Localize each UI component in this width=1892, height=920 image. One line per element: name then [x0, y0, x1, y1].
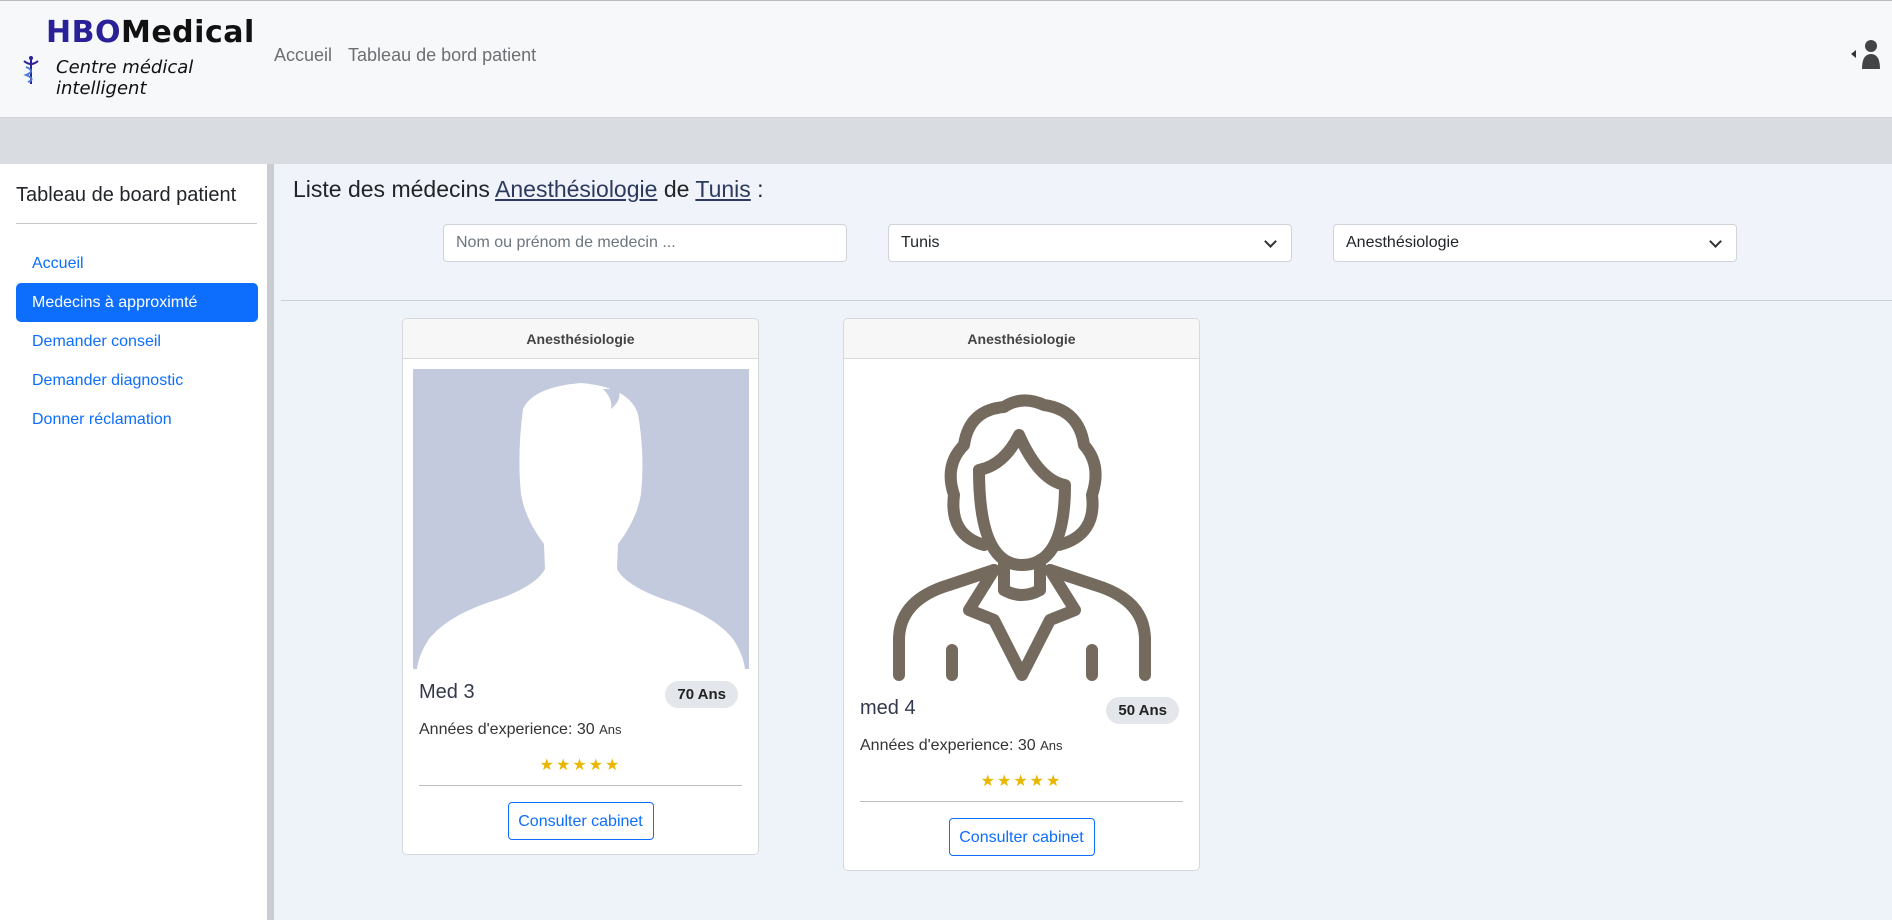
sidebar-item-demander-diagnostic[interactable]: Demander diagnostic — [16, 361, 258, 400]
sidebar-item-donner-reclamation[interactable]: Donner réclamation — [16, 400, 258, 439]
doctor-card: Anesthésiologie med 4 50 Ans Années d'ex… — [843, 318, 1200, 871]
title-suffix: : — [757, 176, 764, 202]
sidebar-title: Tableau de board patient — [16, 184, 237, 206]
sidebar-item-demander-conseil[interactable]: Demander conseil — [16, 322, 258, 361]
brand[interactable]: HBOMedical Centre médical intelligent — [20, 15, 260, 99]
city-select-value: Tunis — [901, 234, 940, 251]
nav-link-tableau-de-bord[interactable]: Tableau de bord patient — [348, 45, 536, 66]
female-doctor-icon — [892, 394, 1151, 681]
brand-title: HBOMedical — [46, 15, 255, 50]
brand-subtitle: Centre médical intelligent — [56, 57, 194, 99]
experience-label: Années d'experience: — [860, 737, 1014, 754]
age-badge: 70 Ans — [665, 681, 738, 708]
specialty-select[interactable]: Anesthésiologie — [1333, 224, 1737, 262]
card-specialty-header: Anesthésiologie — [844, 319, 1199, 359]
title-specialty-link[interactable]: Anesthésiologie — [495, 176, 657, 202]
title-city-link[interactable]: Tunis — [695, 176, 750, 202]
sidebar-divider — [16, 223, 257, 224]
caret-left-icon — [1851, 50, 1856, 58]
nav-links: Accueil Tableau de bord patient — [274, 45, 536, 66]
experience-label: Années d'experience: — [419, 721, 573, 738]
chevron-down-icon — [1709, 235, 1722, 248]
sidebar-item-accueil[interactable]: Accueil — [16, 244, 258, 283]
sidebar: Tableau de board patient Accueil Medecin… — [0, 164, 274, 920]
experience-unit: Ans — [1040, 738, 1063, 753]
subheader-bar — [0, 118, 1892, 164]
brand-title-hbo: HBO — [46, 15, 121, 50]
doctor-name: med 4 — [860, 697, 916, 719]
specialty-select-value: Anesthésiologie — [1346, 234, 1459, 251]
male-silhouette-icon — [412, 369, 749, 669]
brand-title-medical: Medical — [120, 15, 255, 50]
experience-value: 30 — [576, 721, 595, 738]
consulter-cabinet-button[interactable]: Consulter cabinet — [948, 818, 1095, 856]
search-panel: Liste des médecins Anesthésiologie de Tu… — [281, 164, 1892, 301]
doctor-name: Med 3 — [419, 681, 475, 703]
card-body: med 4 50 Ans Années d'experience: 30 Ans… — [844, 697, 1199, 801]
experience-line: Années d'experience: 30 Ans — [860, 737, 1183, 755]
rating-stars: ★★★★★ — [980, 773, 1063, 790]
caduceus-logo-icon — [23, 56, 39, 84]
card-body: Med 3 70 Ans Années d'experience: 30 Ans… — [403, 681, 758, 785]
age-badge: 50 Ans — [1106, 697, 1179, 724]
user-icon — [1862, 40, 1880, 69]
page-title: Liste des médecins Anesthésiologie de Tu… — [293, 176, 764, 203]
city-select[interactable]: Tunis — [888, 224, 1292, 262]
doctor-card: Anesthésiologie Med 3 70 Ans Années d'ex… — [402, 318, 759, 855]
experience-value: 30 — [1017, 737, 1036, 754]
sidebar-item-medecins-a-approximite[interactable]: Medecins à approximté — [16, 283, 258, 322]
sidebar-menu: Accueil Medecins à approximté Demander c… — [16, 244, 258, 439]
rating-stars: ★★★★★ — [539, 757, 622, 774]
top-navbar: HBOMedical Centre médical intelligent Ac… — [0, 0, 1892, 118]
chevron-down-icon — [1264, 235, 1277, 248]
user-menu[interactable] — [1851, 39, 1880, 69]
experience-unit: Ans — [599, 722, 622, 737]
title-mid: de — [663, 176, 690, 202]
title-prefix: Liste des médecins — [293, 176, 490, 202]
experience-line: Années d'experience: 30 Ans — [419, 721, 742, 739]
card-specialty-header: Anesthésiologie — [403, 319, 758, 359]
doctor-search-input[interactable]: Nom ou prénom de medecin ... — [443, 224, 847, 262]
nav-link-accueil[interactable]: Accueil — [274, 45, 332, 66]
consulter-cabinet-button[interactable]: Consulter cabinet — [507, 802, 654, 840]
